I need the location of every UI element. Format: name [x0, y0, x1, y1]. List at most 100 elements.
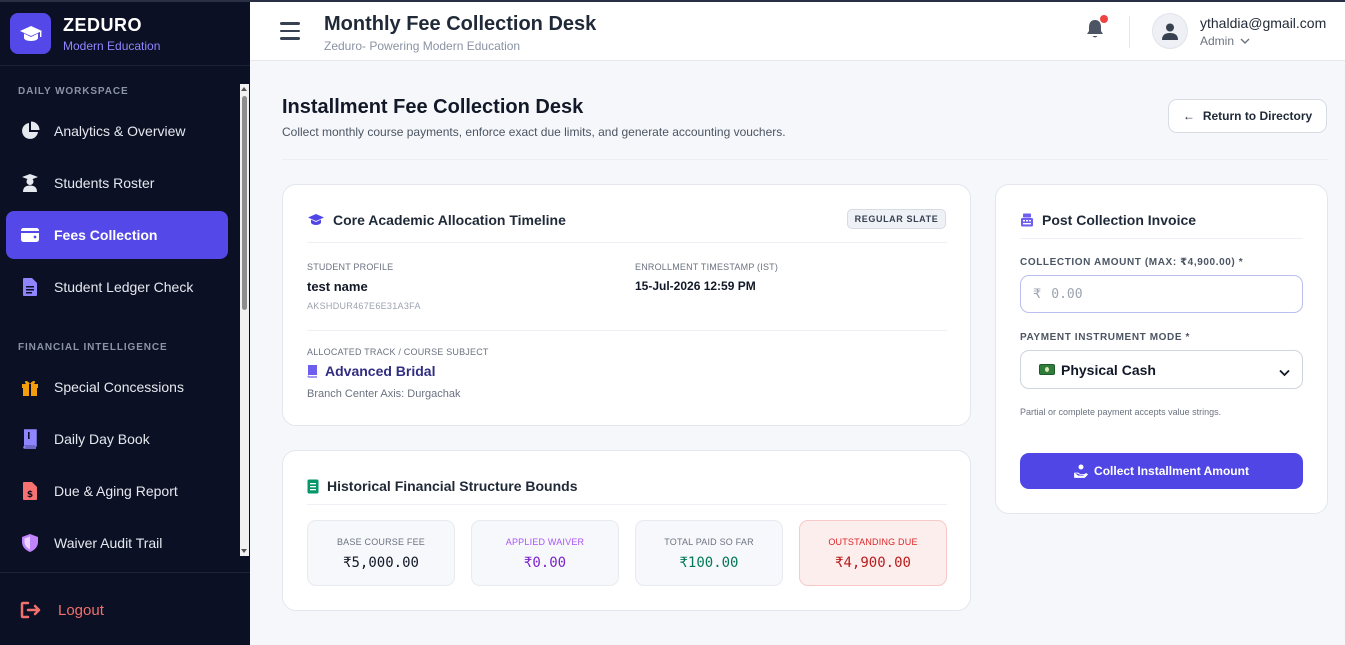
sidebar-item-fees-collection[interactable]: Fees Collection [6, 211, 228, 259]
pie-chart-icon [18, 119, 42, 143]
allocated-track-label: ALLOCATED TRACK / COURSE SUBJECT [307, 347, 489, 357]
historical-card-title: Historical Financial Structure Bounds [307, 478, 578, 494]
invoice-title-text: Post Collection Invoice [1042, 212, 1197, 228]
graduation-cap-icon [307, 213, 325, 227]
stat-base-course-fee: BASE COURSE FEE ₹5,000.00 [307, 520, 455, 586]
page-description: Collect monthly course payments, enforce… [282, 125, 786, 139]
wallet-icon [18, 223, 42, 247]
sidebar-item-daily-day-book[interactable]: Daily Day Book [6, 415, 228, 463]
header-subtitle: Zeduro- Powering Modern Education [324, 39, 521, 53]
sidebar-item-label: Student Ledger Check [54, 279, 194, 295]
document-icon [18, 275, 42, 299]
arrow-left-icon: ← [1182, 109, 1195, 123]
sidebar-item-student-ledger[interactable]: Student Ledger Check [6, 263, 228, 311]
notification-dot [1100, 15, 1108, 23]
stat-outstanding-due: OUTSTANDING DUE ₹4,900.00 [799, 520, 947, 586]
sidebar-item-label: Students Roster [54, 175, 155, 191]
graduation-cap-icon [10, 13, 51, 54]
avatar[interactable] [1152, 13, 1188, 49]
stat-label: OUTSTANDING DUE [828, 537, 918, 547]
stat-value: ₹5,000.00 [343, 555, 419, 571]
sidebar-item-due-aging-report[interactable]: $ Due & Aging Report [6, 467, 228, 515]
card-divider [307, 242, 947, 243]
cash-register-icon [1020, 213, 1034, 227]
student-name: test name [307, 279, 368, 294]
chevron-down-icon [1240, 38, 1250, 45]
shield-icon [18, 531, 42, 555]
allocation-card-title: Core Academic Allocation Timeline [307, 212, 566, 228]
top-header: Monthly Fee Collection Desk Zeduro- Powe… [250, 0, 1345, 61]
scroll-up-arrow-icon[interactable] [241, 87, 247, 91]
hand-coin-icon [1074, 464, 1088, 478]
invoice-icon: $ [18, 479, 42, 503]
user-role-dropdown[interactable]: Admin [1200, 34, 1250, 48]
user-icon [1162, 23, 1178, 40]
historical-title-text: Historical Financial Structure Bounds [327, 478, 578, 494]
allocation-title-text: Core Academic Allocation Timeline [333, 212, 566, 228]
student-profile-label: STUDENT PROFILE [307, 262, 394, 272]
banknote-icon [1039, 364, 1055, 375]
user-role-label: Admin [1200, 34, 1235, 48]
page-divider [282, 159, 1328, 160]
card-divider [307, 504, 947, 505]
sidebar-item-students-roster[interactable]: Students Roster [6, 159, 228, 207]
brand-name: ZEDURO [63, 14, 142, 35]
course-name-text: Advanced Bridal [325, 363, 436, 379]
payment-hint: Partial or complete payment accepts valu… [1020, 407, 1222, 417]
logout-button[interactable]: Logout [0, 572, 250, 645]
user-email[interactable]: ythaldia@gmail.com [1200, 15, 1326, 31]
stat-applied-waiver: APPLIED WAIVER ₹0.00 [471, 520, 619, 586]
return-to-directory-button[interactable]: ← Return to Directory [1168, 99, 1327, 133]
sidebar: ZEDURO Modern Education DAILY WORKSPACE … [0, 0, 250, 645]
ledger-icon [307, 479, 319, 494]
logout-icon [20, 601, 42, 619]
scrollbar-thumb[interactable] [242, 96, 247, 310]
brand-tagline: Modern Education [63, 38, 161, 53]
payment-mode-selected: Physical Cash [1061, 361, 1156, 378]
collect-installment-button[interactable]: Collect Installment Amount [1020, 453, 1303, 489]
post-collection-invoice-card: Post Collection Invoice COLLECTION AMOUN… [995, 184, 1328, 514]
collection-amount-field[interactable]: ₹ [1020, 275, 1303, 313]
logout-label: Logout [58, 601, 104, 619]
historical-bounds-card: Historical Financial Structure Bounds BA… [282, 450, 971, 611]
collect-button-label: Collect Installment Amount [1094, 464, 1249, 478]
section-label-daily-workspace: DAILY WORKSPACE [18, 86, 129, 97]
chevron-down-icon [1279, 364, 1290, 380]
header-divider [1129, 16, 1130, 48]
page-title: Installment Fee Collection Desk [282, 96, 584, 118]
section-label-financial-intelligence: FINANCIAL INTELLIGENCE [18, 342, 168, 353]
enrollment-timestamp-value: 15-Jul-2026 12:59 PM [635, 279, 756, 293]
book-icon [307, 364, 318, 378]
invoice-card-title: Post Collection Invoice [1020, 212, 1196, 228]
hamburger-menu-icon[interactable] [280, 22, 300, 45]
scroll-down-arrow-icon[interactable] [241, 549, 247, 553]
payment-mode-label: PAYMENT INSTRUMENT MODE * [1020, 332, 1191, 343]
enrollment-timestamp-label: ENROLLMENT TIMESTAMP (IST) [635, 262, 779, 272]
course-name: Advanced Bridal [307, 363, 435, 379]
collection-amount-label: COLLECTION AMOUNT (MAX: ₹4,900.00) * [1020, 257, 1244, 268]
stat-label: TOTAL PAID SO FAR [664, 537, 754, 547]
gift-icon [18, 375, 42, 399]
sidebar-item-analytics[interactable]: Analytics & Overview [6, 107, 228, 155]
brand: ZEDURO Modern Education [0, 2, 250, 66]
sidebar-item-special-concessions[interactable]: Special Concessions [6, 363, 228, 411]
sidebar-item-waiver-audit-trail[interactable]: Waiver Audit Trail [6, 519, 228, 567]
sidebar-item-label: Special Concessions [54, 379, 184, 395]
collection-amount-input[interactable] [1051, 286, 1282, 302]
return-button-label: Return to Directory [1202, 109, 1313, 123]
allocation-card: Core Academic Allocation Timeline REGULA… [282, 184, 971, 426]
stat-label: APPLIED WAIVER [505, 537, 585, 547]
student-icon [18, 171, 42, 195]
sidebar-item-label: Daily Day Book [54, 431, 150, 447]
sidebar-scrollbar[interactable] [240, 84, 249, 556]
student-id: AKSHDUR467E6E31A3FA [307, 301, 421, 311]
stat-total-paid: TOTAL PAID SO FAR ₹100.00 [635, 520, 783, 586]
rupee-symbol: ₹ [1033, 286, 1042, 301]
branch-center: Branch Center Axis: Durgachak [307, 388, 461, 400]
card-divider [1020, 238, 1303, 239]
stat-label: BASE COURSE FEE [336, 537, 426, 547]
header-title: Monthly Fee Collection Desk [324, 13, 597, 35]
sidebar-item-label: Analytics & Overview [54, 123, 186, 139]
sidebar-item-label: Fees Collection [54, 227, 158, 243]
payment-mode-select[interactable]: Physical Cash [1020, 350, 1303, 389]
